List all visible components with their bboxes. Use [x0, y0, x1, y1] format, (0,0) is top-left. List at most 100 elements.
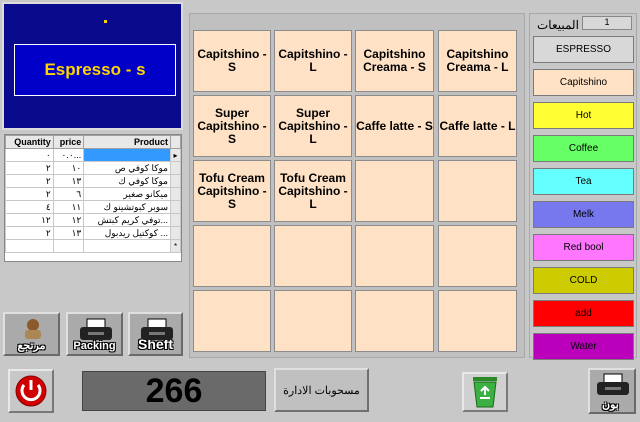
cell-quantity[interactable]: ٢ [5, 187, 54, 201]
cell-price[interactable]: ١٠ [52, 161, 85, 175]
cell-product[interactable]: توفي كريم كبتش... [83, 213, 171, 227]
product-button[interactable]: Caffe latte - S [355, 95, 434, 157]
cell-price[interactable]: ١٣ [52, 226, 85, 240]
cell-price[interactable]: ٦ [52, 187, 85, 201]
category-label: ESPRESSO [555, 44, 612, 55]
shift-button[interactable]: Sheft [128, 312, 183, 356]
category-label: Capitshino [559, 77, 608, 88]
table-row[interactable]: ٢ ١٣ موكا كوفي ك [5, 174, 181, 188]
col-product[interactable]: Product [83, 135, 171, 149]
cell-product[interactable]: سوبر كبوتشينو ك [83, 200, 171, 214]
empty-product-slot[interactable] [193, 225, 271, 287]
table-row[interactable]: ١٢ ١٢ توفي كريم كبتش... [5, 213, 181, 227]
category-label: Red bool [563, 242, 604, 253]
row-indicator: ▸ [170, 148, 181, 162]
category-label: add [575, 308, 592, 319]
row-indicator [170, 200, 181, 214]
power-icon [15, 375, 47, 407]
total-amount: 266 [145, 371, 203, 410]
cell-quantity[interactable]: ٢ [5, 226, 54, 240]
cell-product[interactable] [83, 148, 171, 162]
empty-product-slot[interactable] [355, 160, 434, 222]
cell-quantity[interactable]: ٢ [5, 161, 54, 175]
table-row[interactable]: ٠ ٠.٠... ▸ [5, 148, 181, 162]
product-button[interactable]: Capitshino - S [193, 30, 271, 92]
returns-button[interactable]: مرتجع [3, 312, 60, 356]
product-button[interactable]: Capitshino Creama - L [438, 30, 517, 92]
table-row[interactable]: ٤ ١١ سوبر كبوتشينو ك [5, 200, 181, 214]
empty-product-slot[interactable] [274, 290, 352, 352]
product-button[interactable]: Super Capitshino - S [193, 95, 271, 157]
row-indicator [170, 161, 181, 175]
admin-withdrawals-button[interactable]: مسحوبات الادارة [274, 368, 369, 412]
cell-product[interactable]: موكا كوفي ك [83, 174, 171, 188]
delete-button[interactable] [462, 372, 508, 412]
table-row[interactable]: ٢ ١٠ موكا كوفي ص [5, 161, 181, 175]
new-row[interactable]: * [5, 239, 181, 253]
product-button[interactable]: Caffe latte - L [438, 95, 517, 157]
category-label: Melk [572, 209, 595, 220]
cell-quantity[interactable]: ٢ [5, 174, 54, 188]
recycle-bin-icon [473, 377, 497, 408]
printer-icon [597, 373, 629, 395]
category-button-add[interactable]: add [533, 300, 634, 327]
product-button[interactable]: Capitshino - L [274, 30, 352, 92]
product-button[interactable]: Super Capitshino - L [274, 95, 352, 157]
grid-header-row: Quantity price Product [5, 135, 181, 149]
order-grid[interactable]: Quantity price Product ٠ ٠.٠... ▸ ٢ ١٠ موكا ك… [4, 134, 182, 262]
empty-product-slot[interactable] [355, 290, 434, 352]
empty-product-slot[interactable] [355, 225, 434, 287]
product-button[interactable]: Tofu Cream Capitshino - S [193, 160, 271, 222]
cell-product[interactable]: ميكانو صغير [83, 187, 171, 201]
packing-button[interactable]: Packing [66, 312, 123, 356]
cell-price[interactable]: ٠.٠... [52, 148, 85, 162]
row-indicator-header [170, 135, 181, 149]
category-button-red-bool[interactable]: Red bool [533, 234, 634, 261]
category-label: Water [570, 341, 597, 352]
col-quantity[interactable]: Quantity [5, 135, 54, 149]
cell-quantity[interactable]: ١٢ [5, 213, 54, 227]
printer-icon [141, 318, 173, 340]
empty-product-slot[interactable] [438, 160, 517, 222]
cell-quantity[interactable]: ٤ [5, 200, 54, 214]
table-row[interactable]: ٢ ١٣ كوكتيل ريدبول ... [5, 226, 181, 240]
product-button[interactable]: Tofu Cream Capitshino - L [274, 160, 352, 222]
category-label: Coffee [568, 143, 599, 154]
power-button[interactable] [8, 369, 54, 413]
product-button[interactable]: Capitshino Creama - S [355, 30, 434, 92]
empty-cell[interactable] [52, 239, 85, 253]
category-label: COLD [569, 275, 598, 286]
category-button-cold[interactable]: COLD [533, 267, 634, 294]
printer-icon [80, 318, 112, 340]
empty-cell[interactable] [5, 239, 54, 253]
cell-price[interactable]: ١١ [52, 200, 85, 214]
empty-product-slot[interactable] [438, 225, 517, 287]
empty-product-slot[interactable] [438, 290, 517, 352]
item-display-panel: Espresso - s [2, 2, 183, 130]
cell-product[interactable]: كوكتيل ريدبول ... [83, 226, 171, 240]
row-indicator [170, 187, 181, 201]
category-button-coffee[interactable]: Coffee [533, 135, 634, 162]
table-row[interactable]: ٢ ٦ ميكانو صغير [5, 187, 181, 201]
empty-cell[interactable] [83, 239, 171, 253]
category-button-capitshino[interactable]: Capitshino [533, 69, 634, 96]
selected-item-display: Espresso - s [14, 44, 176, 96]
cell-quantity[interactable]: ٠ [5, 148, 54, 162]
empty-product-slot[interactable] [274, 225, 352, 287]
row-indicator [170, 226, 181, 240]
row-indicator [170, 174, 181, 188]
empty-product-slot[interactable] [193, 290, 271, 352]
selected-item-name: Espresso - s [44, 60, 146, 79]
category-button-water[interactable]: Water [533, 333, 634, 360]
cell-price[interactable]: ١٢ [52, 213, 85, 227]
category-button-espresso[interactable]: ESPRESSO [533, 36, 634, 63]
cell-product[interactable]: موكا كوفي ص [83, 161, 171, 175]
category-button-melk[interactable]: Melk [533, 201, 634, 228]
category-button-hot[interactable]: Hot [533, 102, 634, 129]
category-button-tea[interactable]: Tea [533, 168, 634, 195]
receipt-button[interactable]: بون [588, 368, 636, 414]
sales-count: 1 [582, 16, 632, 30]
col-price[interactable]: price [52, 135, 85, 149]
cell-price[interactable]: ١٣ [52, 174, 85, 188]
category-label: Hot [575, 110, 592, 121]
